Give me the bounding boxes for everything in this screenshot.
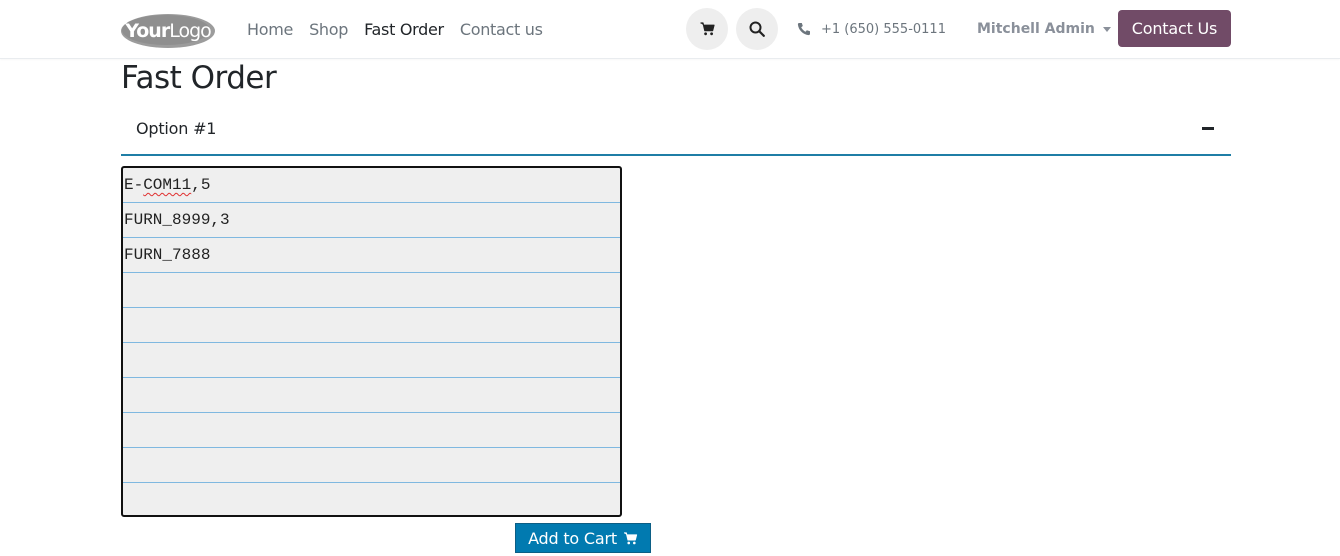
line-text: ,5: [191, 176, 211, 194]
nav-contact-us[interactable]: Contact us: [460, 20, 543, 39]
accordion-option-1[interactable]: Option #1: [121, 102, 1231, 156]
spellcheck-flagged-text: COM11: [143, 176, 192, 194]
contact-us-button[interactable]: Contact Us: [1118, 10, 1231, 47]
main-nav: Home Shop Fast Order Contact us: [247, 0, 559, 58]
search-icon: [749, 21, 765, 37]
cart-button[interactable]: [686, 8, 728, 50]
textarea-content: E-COM11,5 FURN_8999,3 FURN_7888: [123, 168, 620, 273]
nav-home[interactable]: Home: [247, 20, 293, 39]
textarea-line: FURN_7888: [123, 238, 620, 273]
nav-shop[interactable]: Shop: [309, 20, 348, 39]
user-name: Mitchell Admin: [977, 21, 1095, 37]
line-text: FURN_8999,3: [124, 211, 230, 229]
logo-text: Your Logo: [120, 13, 216, 49]
phone-contact[interactable]: +1 (650) 555-0111: [797, 0, 946, 58]
minus-icon[interactable]: [1202, 126, 1214, 130]
phone-number: +1 (650) 555-0111: [821, 21, 946, 37]
cart-icon: [623, 531, 638, 544]
add-to-cart-button[interactable]: Add to Cart: [515, 523, 651, 553]
search-button[interactable]: [736, 8, 778, 50]
page-title: Fast Order: [121, 60, 277, 96]
site-logo[interactable]: Your Logo: [120, 13, 216, 49]
logo-text-your: Your: [125, 20, 170, 42]
textarea-line: E-COM11,5: [123, 168, 620, 203]
order-lines-textarea[interactable]: E-COM11,5 FURN_8999,3 FURN_7888: [121, 166, 622, 517]
caret-down-icon: [1102, 26, 1111, 32]
user-menu[interactable]: Mitchell Admin: [977, 0, 1111, 58]
add-to-cart-label: Add to Cart: [528, 528, 617, 548]
navbar: Your Logo Home Shop Fast Order Contact us…: [0, 0, 1340, 59]
textarea-line: FURN_8999,3: [123, 203, 620, 238]
logo-text-logo: Logo: [169, 20, 212, 42]
line-text: FURN_7888: [124, 246, 211, 264]
cart-icon: [700, 22, 715, 36]
nav-fast-order[interactable]: Fast Order: [364, 20, 444, 39]
phone-icon: [797, 23, 810, 36]
line-text: E-: [124, 176, 144, 194]
accordion-label: Option #1: [136, 118, 217, 138]
